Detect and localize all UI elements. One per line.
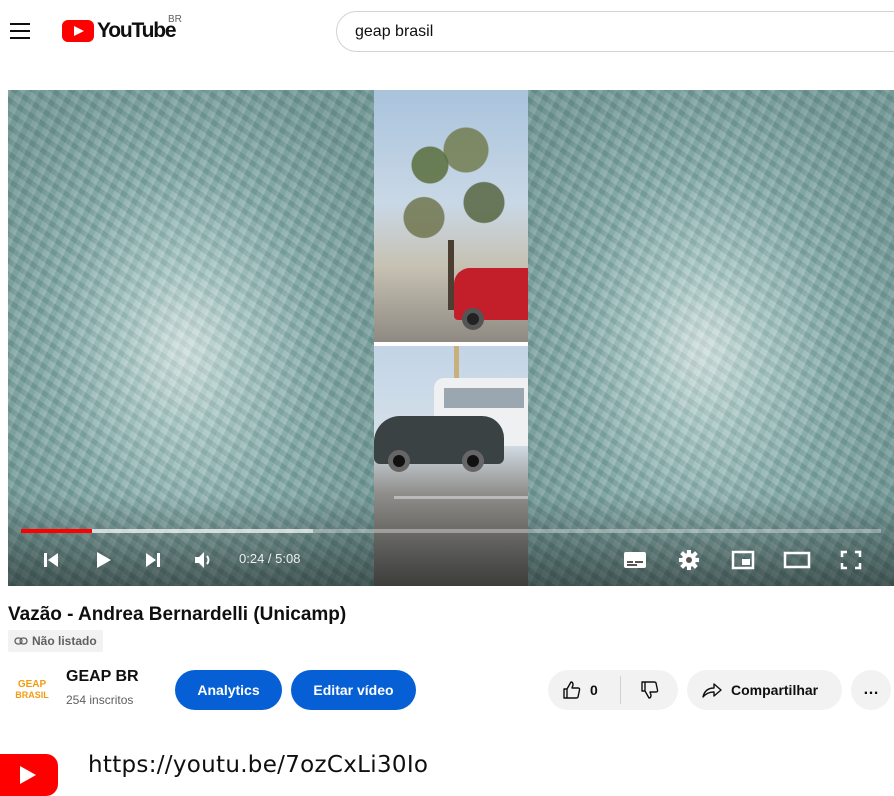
channel-name[interactable]: GEAP BR [66, 668, 139, 686]
skip-previous-icon [44, 553, 58, 567]
share-label: Compartilhar [731, 682, 819, 698]
previous-button[interactable] [38, 545, 64, 575]
video-title: Vazão - Andrea Bernardelli (Unicamp) [8, 604, 347, 625]
share-icon [702, 683, 722, 698]
volume-button[interactable] [190, 545, 218, 575]
video-frame-tree-street [374, 90, 528, 342]
visibility-badge: Não listado [8, 630, 103, 652]
thumbs-down-icon [640, 681, 658, 699]
link-icon [14, 637, 28, 645]
progress-played [21, 529, 92, 533]
miniplayer-icon [731, 550, 755, 570]
share-url: https://youtu.be/7ozCxLi30Io [88, 752, 429, 778]
share-button[interactable]: Compartilhar [687, 670, 842, 710]
more-icon: … [863, 681, 879, 698]
logo-text: YouTube [97, 19, 177, 42]
play-icon [97, 552, 111, 568]
dark-car-image [374, 416, 504, 472]
search-query: geap brasil [355, 22, 434, 40]
video-player[interactable]: 0:24 / 5:08 [8, 90, 894, 586]
skip-next-icon [146, 553, 160, 567]
fullscreen-button[interactable] [836, 545, 866, 575]
red-car-image [454, 268, 528, 330]
menu-icon[interactable] [10, 22, 32, 40]
progress-bar[interactable] [21, 529, 881, 533]
subtitles-icon [624, 552, 646, 568]
next-button[interactable] [140, 545, 166, 575]
dislike-button[interactable] [621, 670, 678, 710]
like-count: 0 [590, 682, 598, 698]
settings-button[interactable] [674, 545, 704, 575]
youtube-play-icon [62, 20, 94, 42]
fullscreen-icon [840, 550, 862, 570]
search-input[interactable]: geap brasil [336, 11, 894, 52]
region-code: BR [168, 14, 182, 25]
thumbs-up-icon [563, 681, 581, 699]
subtitles-button[interactable] [620, 545, 650, 575]
more-actions-button[interactable]: … [851, 670, 891, 710]
theater-mode-button[interactable] [780, 545, 814, 575]
youtube-play-icon-badge [0, 754, 58, 796]
visibility-label: Não listado [32, 634, 97, 648]
subscriber-count: 254 inscritos [66, 693, 134, 707]
like-button[interactable]: 0 [548, 670, 620, 710]
gear-icon [679, 550, 699, 570]
volume-icon [195, 552, 210, 568]
time-display: 0:24 / 5:08 [239, 551, 301, 566]
masthead: YouTube BR geap brasil [0, 0, 894, 66]
analytics-button[interactable]: Analytics [175, 670, 282, 710]
edit-video-button[interactable]: Editar vídeo [291, 670, 416, 710]
youtube-logo[interactable]: YouTube [62, 16, 177, 46]
play-button[interactable] [90, 545, 116, 575]
miniplayer-button[interactable] [728, 545, 758, 575]
channel-avatar[interactable]: GEAP BRASIL [12, 678, 52, 702]
tree-image [394, 120, 514, 270]
theater-mode-icon [783, 551, 811, 569]
